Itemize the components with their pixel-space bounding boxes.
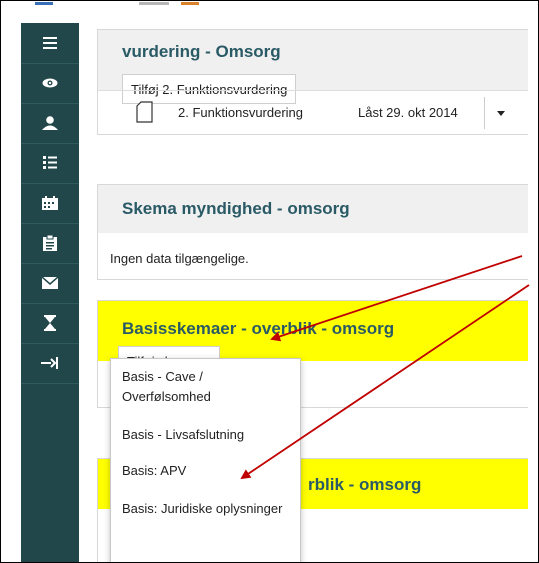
annotation-arrows [240, 255, 530, 480]
annotation-arrow-to-button [270, 255, 523, 342]
annotation-arrow-to-apv [240, 284, 530, 480]
screenshot-frame: vurdering - Omsorg Tilføj 2. Funktionsvu… [0, 0, 539, 563]
